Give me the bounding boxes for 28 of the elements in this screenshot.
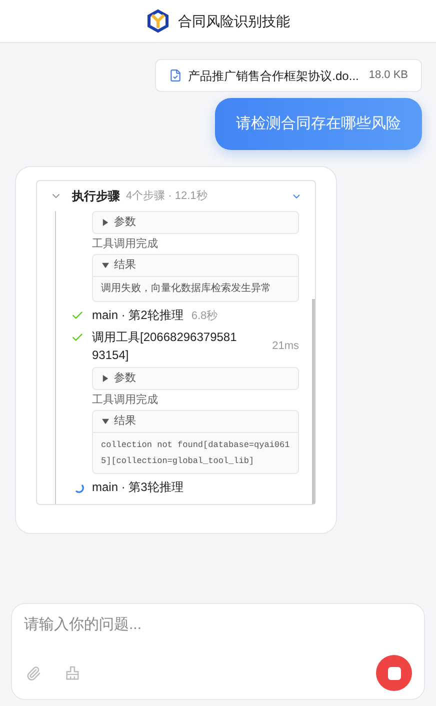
status-note: 工具调用完成 <box>92 236 159 252</box>
step-title: main · 第2轮推理 <box>92 306 184 324</box>
step-duration: 6.8秒 <box>191 308 218 324</box>
document-icon <box>169 68 182 83</box>
step-title: 调用工具[2066829637958193154] <box>92 329 238 364</box>
stop-icon <box>388 666 400 680</box>
brush-icon[interactable] <box>65 666 80 680</box>
disclosure-toggle[interactable]: 结果 <box>93 255 298 276</box>
disclosure-toggle[interactable]: 参数 <box>93 368 298 388</box>
scrollbar[interactable] <box>312 298 315 504</box>
result-text: 调用失败，向量化数据库检索发生异常 <box>93 276 298 300</box>
disclosure-toggle[interactable]: 结果 <box>93 411 298 432</box>
step-duration: 21ms <box>272 339 299 354</box>
file-name: 产品推广销售合作框架协议.do... <box>188 68 359 84</box>
step-title: main · 第3轮推理 <box>92 478 184 496</box>
file-attachment[interactable]: 产品推广销售合作框架协议.do... 18.0 KB <box>155 59 422 92</box>
disclosure-toggle[interactable]: 参数 <box>93 212 298 232</box>
user-message: 请检测合同存在哪些风险 <box>215 98 422 150</box>
app-title: 合同风险识别技能 <box>178 12 290 30</box>
result-text: collection not found[database=qyai0615][collection=global_tool_lib] <box>93 432 298 472</box>
question-input[interactable]: 请输入你的问题... <box>24 614 412 636</box>
panel-summary: 4个步骤 · 12.1秒 <box>126 188 208 204</box>
panel-title: 执行步骤 <box>72 188 120 205</box>
logo-icon <box>146 9 170 33</box>
stop-button[interactable] <box>376 655 412 691</box>
status-note: 工具调用完成 <box>92 392 159 408</box>
attach-icon[interactable] <box>26 666 41 680</box>
file-size: 18.0 KB <box>368 68 408 84</box>
